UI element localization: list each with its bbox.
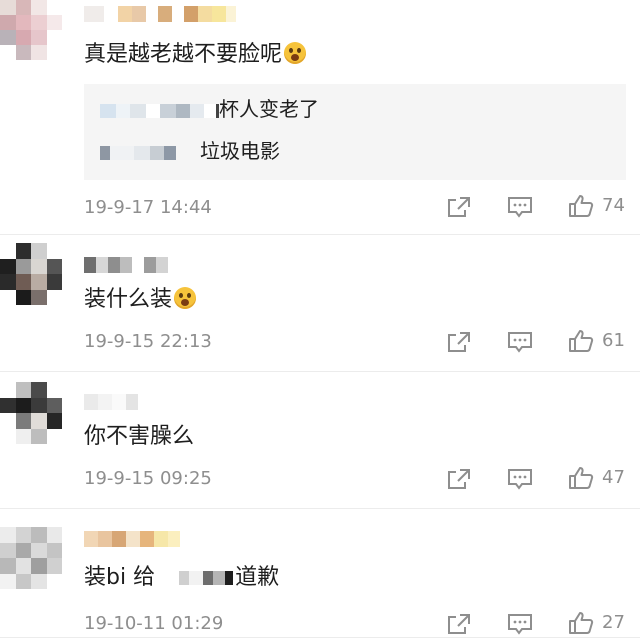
avatar[interactable]: [0, 0, 62, 60]
comment-text: 你不害臊么: [84, 424, 195, 449]
comment-item: 真是越老越不要脸呢 杯人变老了 垃圾电影 19-9-17 14:44 74: [0, 0, 640, 235]
comment-text: 装什么装: [84, 285, 197, 315]
comment-button[interactable]: [507, 196, 533, 218]
comment-item: 装bi 给道歉 19-10-11 01:29 27: [0, 509, 640, 638]
reply-username-redacted: [100, 103, 219, 118]
comment-timestamp: 19-9-15 22:13: [84, 331, 212, 352]
mention-redacted: [165, 571, 234, 585]
username-redacted[interactable]: [84, 6, 236, 22]
like-button[interactable]: 61: [568, 329, 625, 353]
like-button[interactable]: 74: [568, 194, 625, 218]
comment-timestamp: 19-9-17 14:44: [84, 197, 212, 218]
avatar[interactable]: [0, 527, 62, 589]
like-icon: [569, 195, 594, 217]
share-icon: [448, 197, 470, 217]
like-count: 74: [602, 195, 625, 216]
reply-username-redacted: [100, 145, 176, 160]
comment-text: 装bi 给道歉: [84, 565, 280, 590]
comment-item: 你不害臊么 19-9-15 09:25 47: [0, 372, 640, 509]
reply-line[interactable]: 杯人变老了: [100, 96, 319, 122]
comment-button[interactable]: [507, 331, 533, 353]
share-button[interactable]: [447, 331, 471, 353]
like-count: 61: [602, 330, 625, 351]
comment-icon: [508, 197, 532, 218]
username-redacted[interactable]: [84, 394, 138, 410]
avatar[interactable]: [0, 243, 62, 305]
comment-timestamp: 19-9-15 09:25: [84, 468, 212, 489]
share-button[interactable]: [447, 613, 471, 635]
like-count: 27: [602, 612, 625, 633]
like-button[interactable]: 27: [568, 611, 625, 635]
share-button[interactable]: [447, 196, 471, 218]
reply-preview-box[interactable]: 杯人变老了 垃圾电影: [84, 84, 626, 180]
comment-timestamp: 19-10-11 01:29: [84, 613, 224, 634]
like-icon: [569, 330, 594, 352]
username-redacted[interactable]: [84, 257, 168, 273]
comment-button[interactable]: [507, 613, 533, 635]
comment-icon: [508, 469, 532, 490]
avatar[interactable]: [0, 382, 62, 444]
like-icon: [569, 467, 594, 489]
like-button[interactable]: 47: [568, 466, 625, 490]
comment-icon: [508, 332, 532, 353]
share-button[interactable]: [447, 468, 471, 490]
username-redacted[interactable]: [84, 531, 180, 547]
comment-text: 真是越老越不要脸呢: [84, 40, 307, 70]
share-icon: [448, 332, 470, 352]
like-count: 47: [602, 467, 625, 488]
share-icon: [448, 614, 470, 634]
comment-button[interactable]: [507, 468, 533, 490]
share-icon: [448, 469, 470, 489]
reply-line[interactable]: 垃圾电影: [100, 138, 280, 164]
like-icon: [569, 612, 594, 634]
comment-item: 装什么装 19-9-15 22:13 61: [0, 235, 640, 372]
comment-icon: [508, 614, 532, 635]
scared-face-emoji-icon: [174, 287, 197, 309]
scared-face-emoji-icon: [284, 42, 307, 64]
